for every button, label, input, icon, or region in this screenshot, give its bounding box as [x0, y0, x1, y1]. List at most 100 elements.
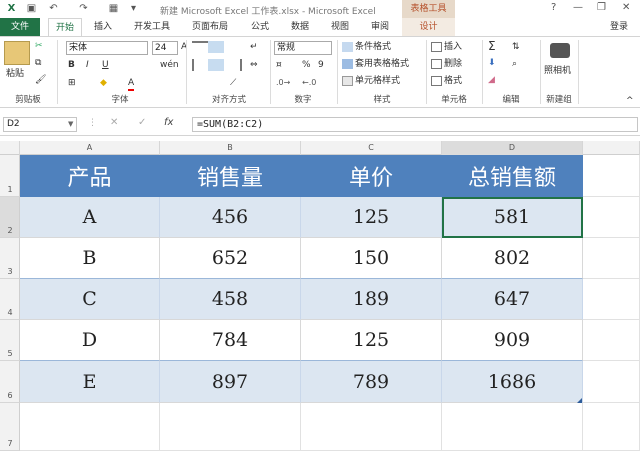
table-cell[interactable]: 125 [301, 320, 442, 361]
align-middle-icon[interactable] [208, 41, 224, 53]
empty-cell[interactable] [583, 279, 640, 320]
empty-cell[interactable] [301, 403, 442, 451]
restore-button[interactable]: ❐ [597, 2, 606, 13]
table-cell[interactable]: E [20, 361, 160, 403]
table-header-cell[interactable]: 产品 [20, 155, 160, 197]
font-name-select[interactable]: 宋体 [66, 41, 148, 55]
borders-icon[interactable]: ⊞ [68, 77, 76, 89]
save-icon[interactable]: ▣ [26, 3, 37, 14]
column-header-d[interactable]: D [442, 141, 583, 155]
minimize-button[interactable]: — [573, 2, 583, 13]
empty-cell[interactable] [583, 403, 640, 451]
empty-cell[interactable] [583, 320, 640, 361]
table-cell[interactable]: A [20, 197, 160, 238]
selected-cell-d2[interactable]: 581 [442, 197, 583, 238]
empty-cell[interactable] [583, 361, 640, 403]
format-as-table-button[interactable]: 套用表格格式 [342, 58, 409, 70]
row-header-7[interactable]: 7 [0, 403, 20, 451]
orientation-icon[interactable]: ⟋ [230, 77, 236, 89]
select-all-button[interactable] [0, 141, 20, 155]
empty-cell[interactable] [583, 238, 640, 279]
table-header-cell[interactable]: 销售量 [160, 155, 301, 197]
align-center-icon[interactable] [208, 59, 224, 71]
align-top-icon[interactable] [192, 41, 208, 53]
enter-icon[interactable]: ✓ [138, 117, 146, 128]
table-cell[interactable]: 897 [160, 361, 301, 403]
table-cell[interactable]: C [20, 279, 160, 320]
font-color-button[interactable]: A [128, 77, 135, 91]
row-header-2[interactable]: 2 [0, 197, 20, 238]
table-cell[interactable]: D [20, 320, 160, 361]
format-cells-button[interactable]: 格式 [431, 75, 462, 87]
table-cell[interactable]: 125 [301, 197, 442, 238]
calculator-icon[interactable]: ▦ [108, 3, 119, 14]
table-cell[interactable]: 458 [160, 279, 301, 320]
table-header-cell[interactable]: 总销售额 [442, 155, 583, 197]
customize-qat-icon[interactable]: ▾ [128, 3, 139, 14]
row-header-5[interactable]: 5 [0, 320, 20, 361]
formula-input[interactable]: =SUM(B2:C2) [192, 117, 638, 132]
table-cell[interactable]: 647 [442, 279, 583, 320]
column-header-b[interactable]: B [160, 141, 301, 155]
name-box[interactable]: D2 [3, 117, 77, 132]
column-header-c[interactable]: C [301, 141, 442, 155]
tab-developer[interactable]: 开发工具 [128, 18, 176, 36]
clear-icon[interactable]: ◢ [488, 74, 495, 86]
copy-icon[interactable]: ⧉ [35, 57, 41, 69]
tab-page-layout[interactable]: 页面布局 [186, 18, 234, 36]
tab-file[interactable]: 文件 [0, 18, 40, 36]
table-cell[interactable]: 189 [301, 279, 442, 320]
tab-design[interactable]: 设计 [402, 18, 455, 36]
row-header-1[interactable]: 1 [0, 155, 20, 197]
conditional-format-button[interactable]: 条件格式 [342, 41, 391, 53]
autosum-icon[interactable]: Σ [488, 40, 496, 52]
redo-icon[interactable]: ↷ [78, 3, 89, 14]
table-cell[interactable]: 802 [442, 238, 583, 279]
row-header-4[interactable]: 4 [0, 279, 20, 320]
cut-icon[interactable]: ✂ [35, 40, 43, 52]
empty-cell[interactable] [20, 403, 160, 451]
tab-insert[interactable]: 插入 [88, 18, 118, 36]
find-select-icon[interactable]: ⌕ [512, 58, 517, 70]
empty-cell[interactable] [160, 403, 301, 451]
fill-color-icon[interactable]: ◆ [100, 77, 107, 89]
empty-cell[interactable] [442, 403, 583, 451]
align-left-icon[interactable] [192, 59, 208, 71]
close-button[interactable]: ✕ [622, 2, 630, 13]
table-cell[interactable]: 789 [301, 361, 442, 403]
splitter-icon[interactable]: ⋮ [88, 118, 97, 128]
phonetic-button[interactable]: wén [160, 59, 179, 71]
table-cell[interactable]: 784 [160, 320, 301, 361]
wrap-text-icon[interactable]: ↵ [250, 41, 258, 53]
underline-button[interactable]: U [102, 59, 109, 71]
increase-decimal-icon[interactable]: .0→ [276, 77, 290, 89]
insert-cells-button[interactable]: 插入 [431, 41, 462, 53]
delete-cells-button[interactable]: 删除 [431, 58, 462, 70]
font-size-select[interactable]: 24 [152, 41, 178, 55]
table-cell[interactable]: 652 [160, 238, 301, 279]
camera-button[interactable]: 照相机 [544, 65, 571, 77]
table-cell[interactable]: B [20, 238, 160, 279]
name-box-dropdown-icon[interactable]: ▼ [68, 120, 73, 128]
comma-button[interactable]: 9 [318, 59, 324, 71]
table-header-cell[interactable]: 单价 [301, 155, 442, 197]
empty-cell[interactable] [583, 197, 640, 238]
empty-cell[interactable] [583, 155, 640, 197]
tab-formulas[interactable]: 公式 [244, 18, 276, 36]
column-header-a[interactable]: A [20, 141, 160, 155]
insert-function-button[interactable]: fx [164, 117, 173, 128]
paste-icon[interactable] [4, 41, 30, 65]
decrease-decimal-icon[interactable]: ←.0 [302, 77, 316, 89]
undo-icon[interactable]: ↶ [48, 3, 59, 14]
tab-home[interactable]: 开始 [48, 18, 82, 36]
login-link[interactable]: 登录 [602, 18, 636, 36]
cancel-icon[interactable]: ✕ [110, 117, 118, 128]
row-header-6[interactable]: 6 [0, 361, 20, 403]
table-cell[interactable]: 456 [160, 197, 301, 238]
format-painter-icon[interactable]: 🖌 [35, 74, 46, 86]
table-cell[interactable]: 909 [442, 320, 583, 361]
column-header-e[interactable] [583, 141, 640, 155]
tab-review[interactable]: 审阅 [364, 18, 396, 36]
table-cell[interactable]: 1686 [442, 361, 583, 403]
cell-styles-button[interactable]: 单元格样式 [342, 75, 400, 87]
